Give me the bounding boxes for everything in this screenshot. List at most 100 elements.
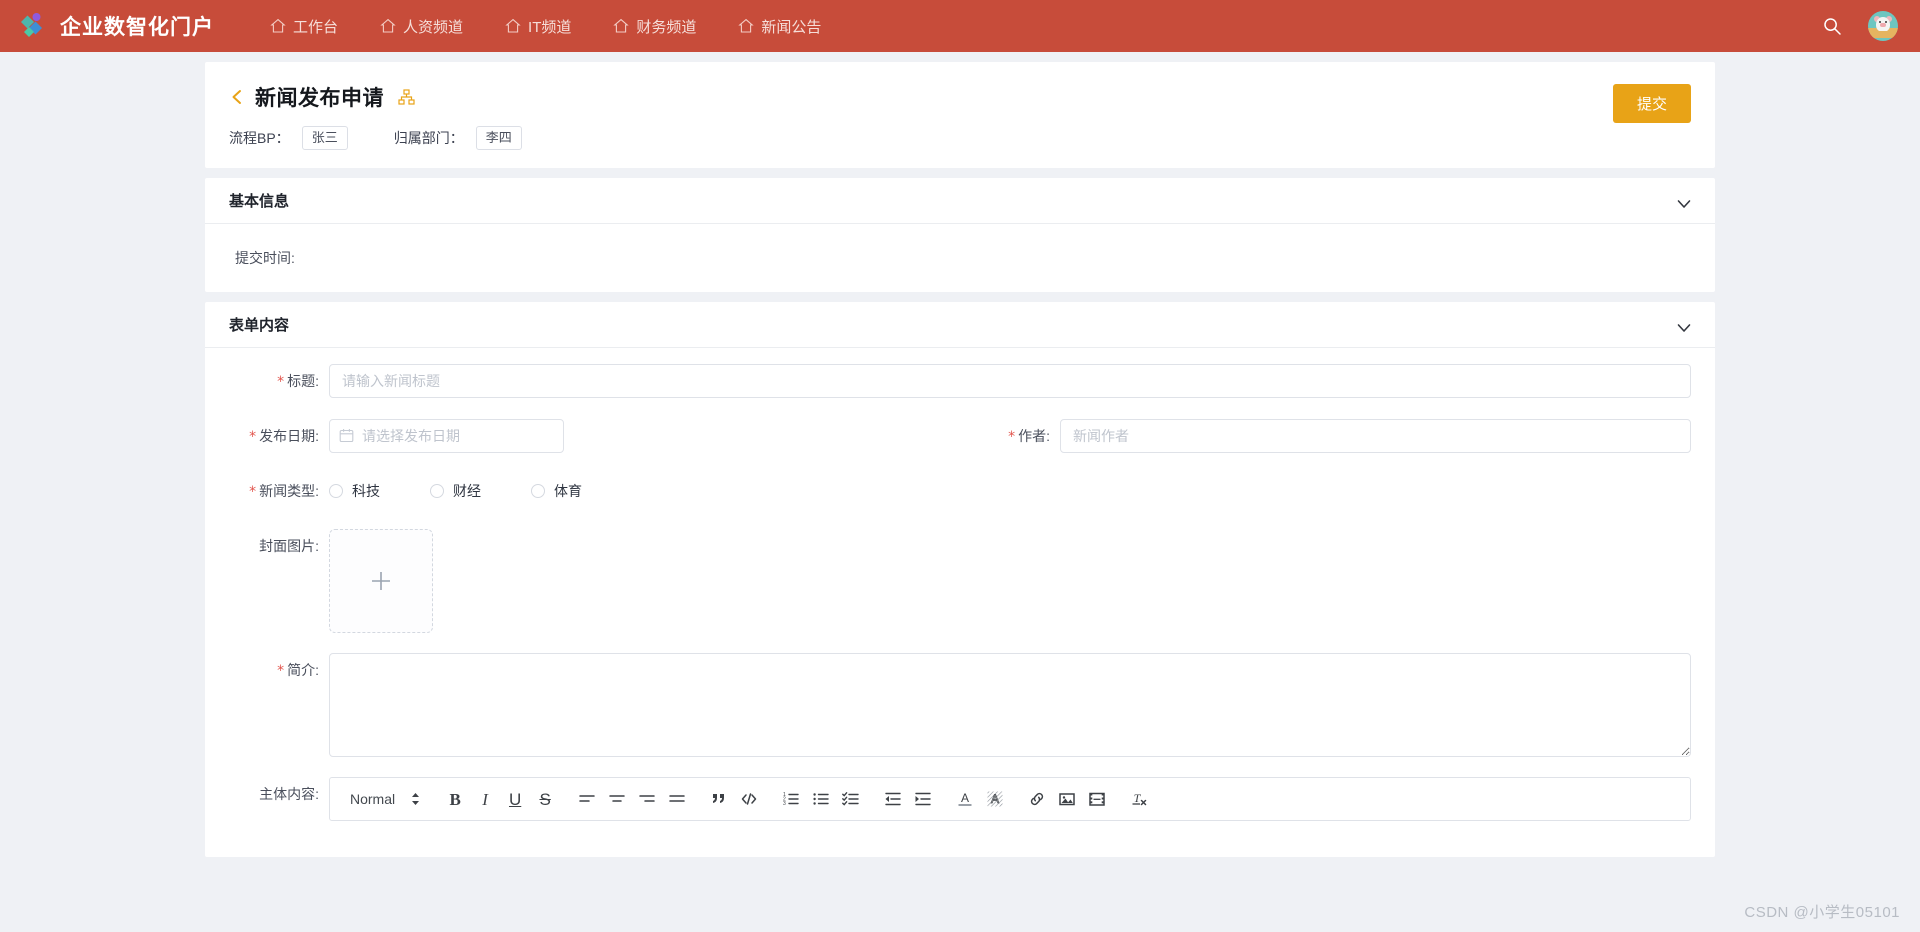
radio-option-sports[interactable]: 体育 [531, 474, 582, 508]
brand[interactable]: 企业数智化门户 [18, 11, 214, 41]
align-justify-button[interactable] [662, 784, 692, 814]
author-label: * 作者: [960, 419, 1060, 454]
nav-item-label: 工作台 [293, 18, 339, 36]
publish-date-input[interactable] [329, 419, 564, 453]
cover-image-label: 封面图片: [259, 538, 319, 554]
process-bp-label: 流程BP： [229, 130, 290, 146]
nav-item-label: 财务频道 [636, 18, 697, 36]
field-row-cover-image: 封面图片: [229, 529, 1691, 633]
publish-date-wrapper [329, 419, 564, 453]
svg-text:T: T [1134, 791, 1142, 805]
indent-button[interactable] [908, 784, 938, 814]
back-chevron-icon[interactable] [229, 88, 245, 106]
align-left-button[interactable] [572, 784, 602, 814]
editor-toolbar: Normal B I U S 1 2 3 A A T [330, 778, 1690, 820]
radio-label: 科技 [352, 483, 380, 499]
author-label-text: 作者: [1018, 428, 1050, 444]
plus-icon [369, 569, 393, 593]
body-content-label: 主体内容: [259, 786, 319, 802]
radio-circle-icon [329, 484, 343, 498]
top-navigation-bar: 企业数智化门户 工作台 人资频道 IT频道 财务频道 新闻公告 [0, 0, 1920, 52]
page-title: 新闻发布申请 [255, 87, 384, 110]
page-content: 新闻发布申请 流程BP： 张三 归属部门： 李四 提交 基本信息 提交时间: 表… [0, 52, 1920, 932]
radio-option-finance[interactable]: 财经 [430, 474, 481, 508]
leaf-chevron-logo-icon [18, 11, 48, 41]
process-bp-value[interactable]: 张三 [301, 126, 348, 150]
underline-button[interactable]: U [500, 784, 530, 814]
bold-button[interactable]: B [440, 784, 470, 814]
cover-image-upload-box[interactable] [329, 529, 433, 633]
page-header-card: 新闻发布申请 流程BP： 张三 归属部门： 李四 提交 [205, 62, 1715, 168]
code-block-button[interactable] [734, 784, 764, 814]
radio-label: 体育 [554, 483, 582, 499]
form-content-card: 表单内容 *标题: *发布日期: [205, 302, 1715, 857]
form-content-title: 表单内容 [229, 317, 290, 334]
nav-item-label: IT频道 [528, 18, 572, 36]
radio-option-tech[interactable]: 科技 [329, 474, 380, 508]
field-row-summary: * 简介: [229, 653, 1691, 757]
strike-glyph: S [539, 789, 551, 809]
form-content-section-header[interactable]: 表单内容 [205, 302, 1715, 348]
field-row-date-author: * 发布日期: 请选择发布日期 * 作者: 新闻作者 [229, 419, 1691, 454]
chevron-updown-icon [411, 792, 420, 806]
field-row-news-type: * 新闻类型: 科技 财经 体育 [229, 474, 1691, 509]
text-color-button[interactable]: A [950, 784, 980, 814]
required-marker: * [249, 429, 257, 445]
chevron-down-icon[interactable] [1677, 320, 1691, 332]
required-marker: * [277, 374, 285, 390]
home-icon [738, 18, 755, 34]
image-button[interactable] [1052, 784, 1082, 814]
submit-time-row: 提交时间: [229, 240, 1691, 276]
align-right-button[interactable] [632, 784, 662, 814]
title-label-text: 标题: [287, 373, 319, 389]
nav-item-hr-channel[interactable]: 人资频道 [380, 16, 463, 37]
nav-item-news-announcement[interactable]: 新闻公告 [738, 16, 821, 37]
svg-text:3: 3 [783, 801, 786, 807]
summary-label-text: 简介: [287, 662, 319, 678]
avatar[interactable] [1868, 11, 1898, 41]
radio-label: 财经 [453, 483, 481, 499]
department-label: 归属部门： [393, 130, 464, 146]
department-value[interactable]: 李四 [475, 126, 522, 150]
underline-glyph: U [508, 789, 522, 809]
svg-text:A: A [991, 792, 999, 806]
align-center-button[interactable] [602, 784, 632, 814]
nav-item-workbench[interactable]: 工作台 [270, 16, 338, 37]
required-marker: * [277, 663, 285, 679]
home-icon [380, 18, 396, 34]
strikethrough-button[interactable]: S [530, 784, 560, 814]
submit-button[interactable]: 提交 [1612, 84, 1691, 123]
format-select-value: Normal [350, 791, 396, 807]
bullet-list-button[interactable] [806, 784, 836, 814]
org-chart-icon[interactable] [398, 88, 415, 106]
svg-text:A: A [961, 791, 969, 805]
radio-circle-icon [430, 484, 444, 498]
link-button[interactable] [1022, 784, 1052, 814]
nav-item-finance-channel[interactable]: 财务频道 [613, 16, 696, 37]
clear-format-button[interactable]: T [1124, 784, 1154, 814]
title-label: * 标题: [229, 364, 329, 399]
video-button[interactable] [1082, 784, 1112, 814]
home-icon [613, 18, 630, 34]
nav-links: 工作台 人资频道 IT频道 财务频道 新闻公告 [270, 16, 821, 37]
author-input[interactable] [1060, 419, 1691, 453]
bold-glyph: B [449, 789, 461, 809]
summary-textarea[interactable] [329, 653, 1691, 757]
ordered-list-button[interactable]: 123 [776, 784, 806, 814]
background-color-button[interactable]: A [980, 784, 1010, 814]
summary-label: * 简介: [229, 653, 329, 688]
chevron-down-icon[interactable] [1677, 196, 1691, 208]
search-icon[interactable] [1822, 16, 1842, 36]
italic-button[interactable]: I [470, 784, 500, 814]
outdent-button[interactable] [878, 784, 908, 814]
submit-time-label: 提交时间: [235, 250, 295, 266]
watermark: CSDN @小学生05101 [1738, 899, 1906, 924]
blockquote-button[interactable] [704, 784, 734, 814]
format-select[interactable]: Normal [340, 791, 428, 807]
nav-item-it-channel[interactable]: IT频道 [505, 16, 571, 37]
field-author: * 作者: [960, 419, 1691, 454]
news-type-label-text: 新闻类型: [259, 483, 319, 499]
basic-info-section-header[interactable]: 基本信息 [205, 178, 1715, 224]
check-list-button[interactable] [836, 784, 866, 814]
title-input[interactable] [329, 364, 1691, 398]
